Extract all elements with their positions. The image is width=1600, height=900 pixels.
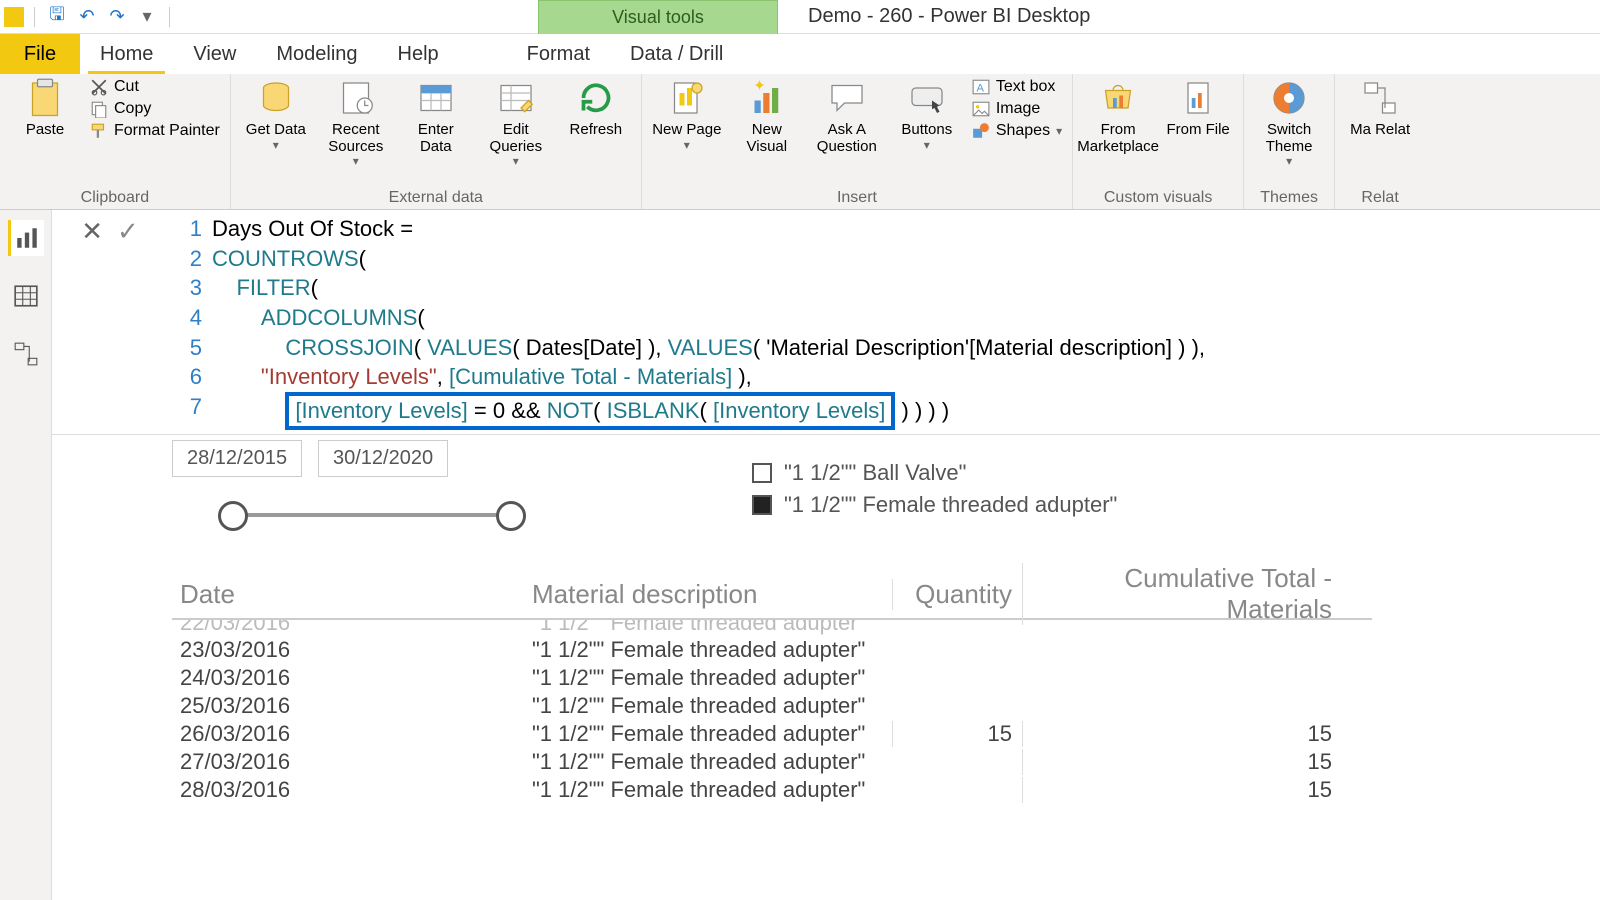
group-custom-label: Custom visuals (1083, 189, 1233, 207)
commit-formula-icon[interactable]: ✓ (117, 216, 139, 247)
checkbox-icon[interactable] (752, 495, 772, 515)
group-relat-label: Relat (1345, 189, 1415, 207)
dax-editor[interactable]: 1Days Out Of Stock = 2COUNTROWS( 3 FILTE… (168, 210, 1215, 434)
group-custom-visuals: From Marketplace From File Custom visual… (1073, 74, 1244, 209)
report-canvas: ✕ ✓ 1Days Out Of Stock = 2COUNTROWS( 3 F… (52, 210, 1600, 900)
group-clipboard-label: Clipboard (10, 189, 220, 207)
report-view-icon[interactable] (8, 220, 44, 256)
col-material[interactable]: Material description (532, 579, 892, 610)
table-row[interactable]: 27/03/2016"1 1/2"" Female threaded adupt… (172, 748, 1372, 776)
group-external-label: External data (241, 189, 631, 207)
view-rail (0, 210, 52, 900)
slicer-slider[interactable] (232, 495, 512, 535)
table-row[interactable]: 25/03/2016"1 1/2"" Female threaded adupt… (172, 692, 1372, 720)
new-visual-button[interactable]: ✦New Visual (732, 78, 802, 155)
table-row[interactable]: 24/03/2016"1 1/2"" Female threaded adupt… (172, 664, 1372, 692)
format-painter-button[interactable]: Format Painter (90, 122, 220, 140)
svg-text:✦: ✦ (753, 78, 766, 95)
cut-button[interactable]: Cut (90, 78, 220, 96)
get-data-button[interactable]: Get Data (241, 78, 311, 152)
group-insert: New Page ✦New Visual Ask A Question Butt… (642, 74, 1073, 209)
tab-home[interactable]: Home (80, 34, 173, 74)
checkbox-icon[interactable] (752, 463, 772, 483)
col-date[interactable]: Date (172, 579, 532, 610)
from-file-button[interactable]: From File (1163, 78, 1233, 139)
ribbon-tabs: File Home View Modeling Help Format Data… (0, 34, 1600, 74)
undo-icon[interactable]: ↶ (75, 5, 99, 29)
table-row[interactable]: 28/03/2016"1 1/2"" Female threaded adupt… (172, 776, 1372, 804)
manage-relationships-button[interactable]: Ma Relat (1345, 78, 1415, 139)
tab-view[interactable]: View (173, 34, 256, 74)
from-marketplace-button[interactable]: From Marketplace (1083, 78, 1153, 155)
group-external-data: Get Data Recent Sources Enter Data Edit … (231, 74, 642, 209)
slider-handle-right[interactable] (496, 501, 526, 531)
group-relationships: Ma Relat Relat (1335, 74, 1425, 209)
switch-theme-button[interactable]: Switch Theme (1254, 78, 1324, 168)
title-bar: 🖫 ↶ ↷ ▾ Visual tools Demo - 260 - Power … (0, 0, 1600, 34)
tab-modeling[interactable]: Modeling (256, 34, 377, 74)
paste-button[interactable]: Paste (10, 78, 80, 139)
group-insert-label: Insert (652, 189, 1062, 207)
legend: "1 1/2"" Ball Valve" "1 1/2"" Female thr… (752, 460, 1117, 524)
group-clipboard: Paste Cut Copy Format Painter Clipboard (0, 74, 231, 209)
text-box-button[interactable]: AText box (972, 78, 1062, 96)
table-body: 22/03/2016"1 1/2"" Female threaded adupt… (172, 620, 1372, 804)
col-cumulative[interactable]: Cumulative Total - Materials (1022, 563, 1342, 625)
recent-sources-button[interactable]: Recent Sources (321, 78, 391, 168)
slider-handle-left[interactable] (218, 501, 248, 531)
refresh-button[interactable]: Refresh (561, 78, 631, 139)
contextual-tab-visual-tools: Visual tools (538, 0, 778, 34)
cancel-formula-icon[interactable]: ✕ (81, 216, 103, 247)
table-visual[interactable]: Date Material description Quantity Cumul… (172, 570, 1372, 804)
window-title: Demo - 260 - Power BI Desktop (808, 5, 1090, 28)
highlighted-dax: [Inventory Levels] = 0 && NOT( ISBLANK( … (285, 392, 895, 430)
tab-file[interactable]: File (0, 34, 80, 74)
legend-item[interactable]: "1 1/2"" Female threaded adupter" (752, 492, 1117, 518)
image-button[interactable]: Image (972, 100, 1062, 118)
table-row[interactable]: 23/03/2016"1 1/2"" Female threaded adupt… (172, 636, 1372, 664)
qat-customize-icon[interactable]: ▾ (135, 5, 159, 29)
data-view-icon[interactable] (8, 278, 44, 314)
save-icon[interactable]: 🖫 (45, 5, 69, 29)
slicer-to-date[interactable]: 30/12/2020 (318, 440, 448, 477)
redo-icon[interactable]: ↷ (105, 5, 129, 29)
ask-question-button[interactable]: Ask A Question (812, 78, 882, 155)
app-icon (4, 7, 24, 27)
tab-help[interactable]: Help (378, 34, 459, 74)
table-row[interactable]: 26/03/2016"1 1/2"" Female threaded adupt… (172, 720, 1372, 748)
ribbon: Paste Cut Copy Format Painter Clipboard … (0, 74, 1600, 210)
slicer-from-date[interactable]: 28/12/2015 (172, 440, 302, 477)
model-view-icon[interactable] (8, 336, 44, 372)
formula-bar[interactable]: ✕ ✓ 1Days Out Of Stock = 2COUNTROWS( 3 F… (52, 210, 1600, 435)
copy-button[interactable]: Copy (90, 100, 220, 118)
legend-item[interactable]: "1 1/2"" Ball Valve" (752, 460, 1117, 486)
col-quantity[interactable]: Quantity (892, 579, 1022, 610)
tab-format[interactable]: Format (507, 34, 610, 74)
new-page-button[interactable]: New Page (652, 78, 722, 152)
buttons-button[interactable]: Buttons (892, 78, 962, 152)
edit-queries-button[interactable]: Edit Queries (481, 78, 551, 168)
paste-label: Paste (26, 122, 64, 139)
date-slicer[interactable]: 28/12/2015 30/12/2020 (172, 440, 512, 535)
enter-data-button[interactable]: Enter Data (401, 78, 471, 155)
tab-data-drill[interactable]: Data / Drill (610, 34, 743, 74)
group-themes-label: Themes (1254, 189, 1324, 207)
shapes-button[interactable]: Shapes (972, 122, 1062, 140)
group-themes: Switch Theme Themes (1244, 74, 1335, 209)
table-header: Date Material description Quantity Cumul… (172, 570, 1372, 620)
svg-text:A: A (976, 83, 984, 95)
